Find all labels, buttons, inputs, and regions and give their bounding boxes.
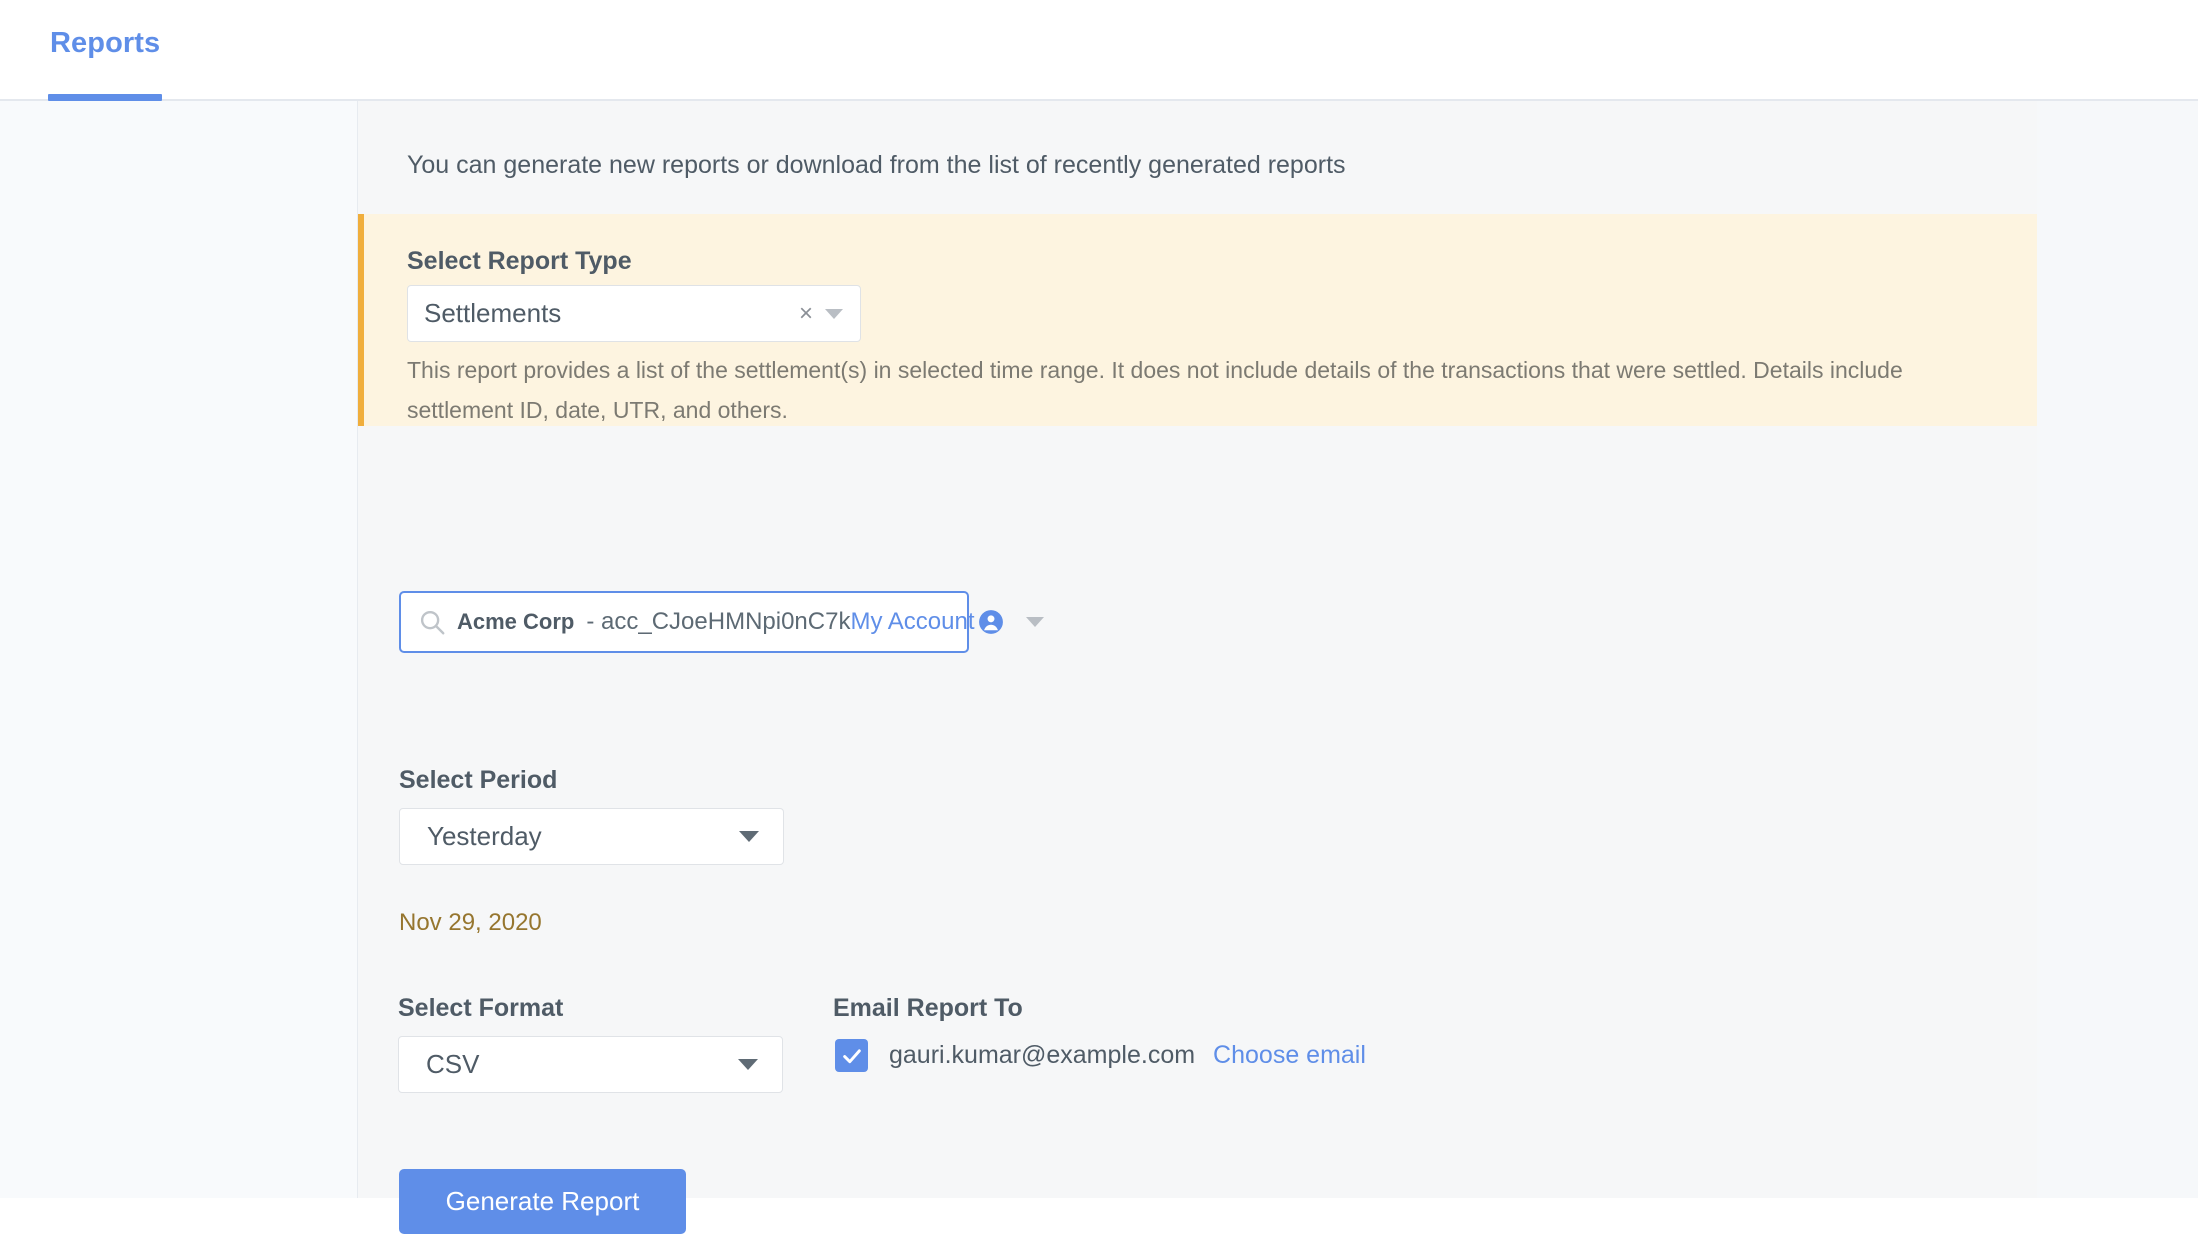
chevron-down-icon[interactable] <box>825 308 843 319</box>
period-chevron-down-icon[interactable] <box>739 831 759 842</box>
email-row: gauri.kumar@example.com Choose email <box>835 1039 1366 1072</box>
choose-email-link[interactable]: Choose email <box>1213 1041 1366 1070</box>
period-date-text: Nov 29, 2020 <box>399 909 542 936</box>
account-chevron-down-icon[interactable] <box>1025 617 1044 627</box>
format-value: CSV <box>426 1049 480 1079</box>
my-account-badge[interactable]: My Account <box>850 608 1003 636</box>
period-value: Yesterday <box>427 821 542 851</box>
account-search-field[interactable]: Acme Corp - acc_CJoeHMNpi0nC7k My Accoun… <box>399 591 1044 653</box>
tab-reports[interactable]: Reports <box>48 0 163 101</box>
select-period-label: Select Period <box>399 766 558 794</box>
report-type-value: Settlements <box>424 298 562 328</box>
main-content: You can generate new reports or download… <box>358 101 2037 1234</box>
report-type-label: Select Report Type <box>407 247 632 275</box>
my-account-label: My Account <box>850 608 975 635</box>
format-dropdown[interactable]: CSV <box>398 1036 783 1093</box>
select-format-label: Select Format <box>398 994 564 1022</box>
tab-reports-label: Reports <box>50 27 161 59</box>
right-rail <box>2037 101 2198 1198</box>
left-rail <box>0 101 358 1198</box>
period-dropdown[interactable]: Yesterday <box>399 808 784 865</box>
generate-report-button[interactable]: Generate Report <box>399 1169 686 1234</box>
top-tab-bar: Reports <box>0 0 2198 101</box>
report-type-panel: Select Report Type Settlements × This re… <box>358 214 2037 426</box>
person-icon <box>978 609 1004 635</box>
format-chevron-down-icon[interactable] <box>738 1059 758 1070</box>
account-name: Acme Corp <box>457 609 575 634</box>
tab-strip: Reports <box>48 0 163 101</box>
account-id: - acc_CJoeHMNpi0nC7k <box>586 608 851 635</box>
email-checkbox[interactable] <box>835 1039 868 1072</box>
email-report-to-label: Email Report To <box>833 994 1023 1022</box>
clear-icon[interactable]: × <box>799 301 813 326</box>
report-type-select[interactable]: Settlements × <box>407 285 861 342</box>
page-body: You can generate new reports or download… <box>0 101 2198 1234</box>
intro-text: You can generate new reports or download… <box>407 151 1346 179</box>
email-address: gauri.kumar@example.com <box>889 1041 1196 1069</box>
search-icon <box>417 607 447 637</box>
report-type-description: This report provides a list of the settl… <box>407 357 1903 423</box>
